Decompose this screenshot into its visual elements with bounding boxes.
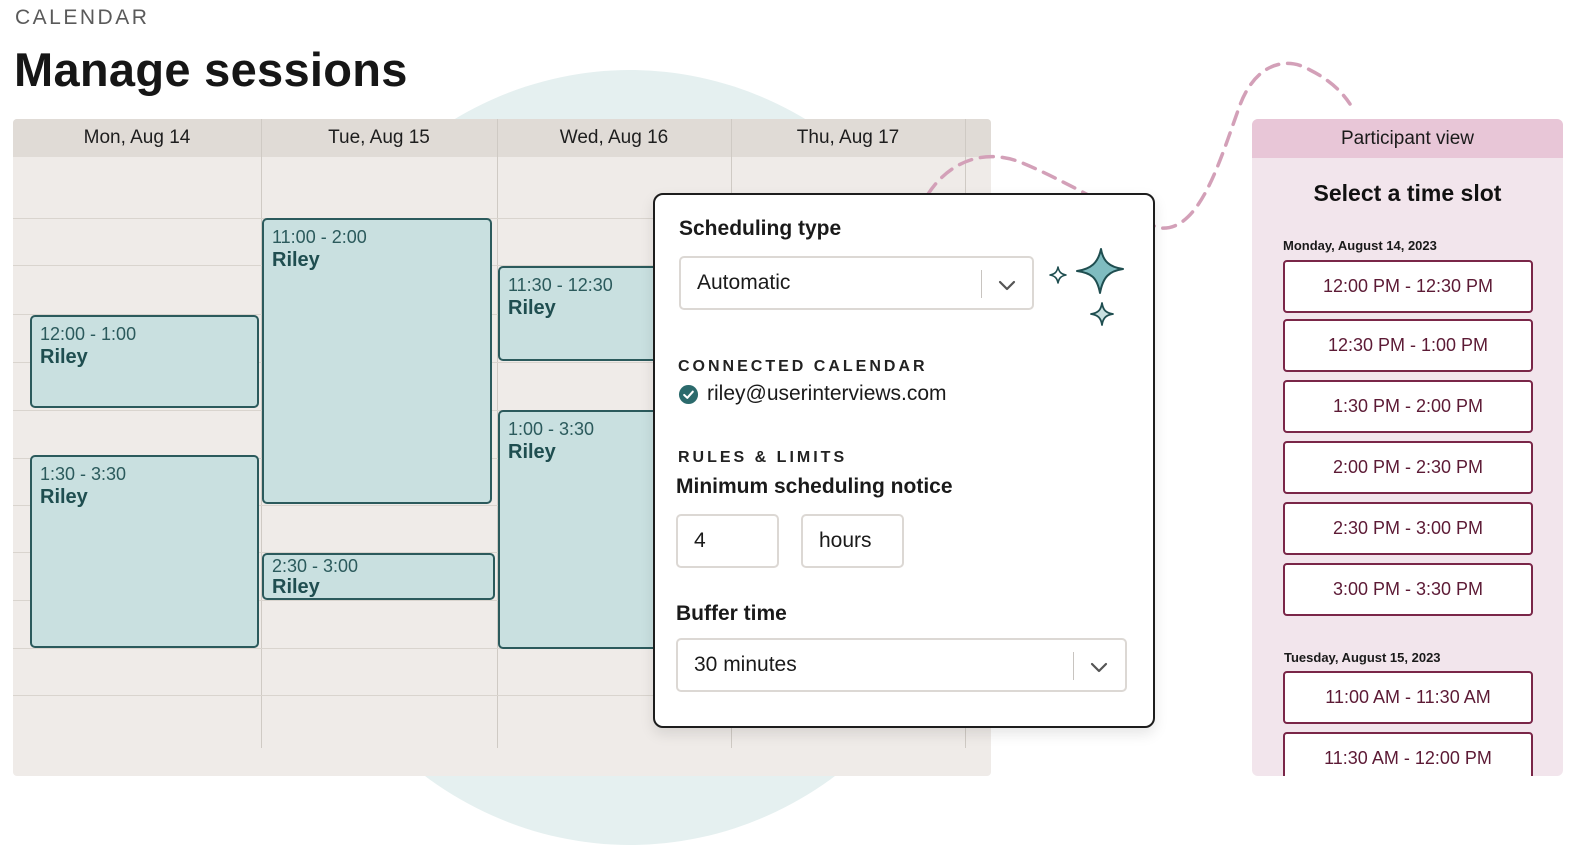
time-slot-button[interactable]: 1:30 PM - 2:00 PM bbox=[1283, 380, 1533, 433]
buffer-time-select[interactable]: 30 minutes bbox=[676, 638, 1127, 692]
buffer-time-label: Buffer time bbox=[676, 602, 787, 625]
select-divider bbox=[1073, 652, 1074, 680]
event-time: 1:30 - 3:30 bbox=[40, 464, 127, 484]
day-header-wed[interactable]: Wed, Aug 16 bbox=[497, 119, 731, 157]
chevron-down-icon[interactable] bbox=[1087, 655, 1111, 679]
scheduling-type-label: Scheduling type bbox=[679, 217, 842, 240]
connected-calendar-row: riley@userinterviews.com bbox=[678, 382, 947, 406]
event-time: 2:30 - 3:00 bbox=[272, 556, 359, 576]
scheduling-type-select[interactable]: Automatic bbox=[679, 256, 1034, 310]
session-event[interactable]: 2:30 - 3:00 Riley bbox=[262, 553, 495, 600]
select-divider bbox=[981, 270, 982, 298]
session-event[interactable]: 1:30 - 3:30 Riley bbox=[30, 455, 259, 648]
event-time: 1:00 - 3:30 bbox=[508, 419, 595, 439]
session-event[interactable]: 12:00 - 1:00 Riley bbox=[30, 315, 259, 408]
event-participant: Riley bbox=[508, 297, 556, 319]
session-event[interactable]: 11:00 - 2:00 Riley bbox=[262, 218, 492, 504]
day-header-thu[interactable]: Thu, Aug 17 bbox=[731, 119, 965, 157]
event-participant: Riley bbox=[272, 576, 320, 598]
scheduling-type-value: Automatic bbox=[697, 271, 791, 294]
day-header-mon[interactable]: Mon, Aug 14 bbox=[13, 119, 261, 157]
connected-email: riley@userinterviews.com bbox=[707, 382, 947, 405]
chevron-down-icon[interactable] bbox=[995, 273, 1019, 297]
page-title: Manage sessions bbox=[14, 43, 408, 96]
time-slot-button[interactable]: 12:00 PM - 12:30 PM bbox=[1283, 260, 1533, 313]
time-slot-button[interactable]: 11:00 AM - 11:30 AM bbox=[1283, 671, 1533, 724]
select-time-slot-title: Select a time slot bbox=[1313, 180, 1502, 206]
event-participant: Riley bbox=[508, 441, 556, 463]
event-time: 11:30 - 12:30 bbox=[508, 275, 613, 295]
day-header-tue[interactable]: Tue, Aug 15 bbox=[261, 119, 497, 157]
session-event[interactable]: 1:00 - 3:30 Riley bbox=[498, 410, 668, 649]
event-time: 11:00 - 2:00 bbox=[272, 227, 367, 247]
event-participant: Riley bbox=[272, 249, 320, 271]
sparkle-icon bbox=[1076, 248, 1124, 294]
time-slot-button[interactable]: 2:30 PM - 3:00 PM bbox=[1283, 502, 1533, 555]
slot-date-label: Monday, August 14, 2023 bbox=[1283, 238, 1437, 253]
buffer-time-value: 30 minutes bbox=[694, 653, 797, 676]
min-notice-label: Minimum scheduling notice bbox=[676, 475, 953, 498]
time-slot-button[interactable]: 3:00 PM - 3:30 PM bbox=[1283, 563, 1533, 616]
event-participant: Riley bbox=[40, 346, 88, 368]
participant-view-panel: Participant view Select a time slot Mond… bbox=[1252, 119, 1563, 776]
sparkle-icon bbox=[1090, 302, 1114, 326]
scheduling-settings-popup: Scheduling type Automatic CONNECTED CALE… bbox=[653, 193, 1155, 728]
min-notice-unit-select[interactable]: hours bbox=[801, 514, 904, 568]
participant-view-header: Participant view bbox=[1252, 119, 1563, 158]
event-participant: Riley bbox=[40, 486, 88, 508]
time-slot-button[interactable]: 12:30 PM - 1:00 PM bbox=[1283, 319, 1533, 372]
time-slot-button[interactable]: 11:30 AM - 12:00 PM bbox=[1283, 732, 1533, 776]
check-circle-icon bbox=[678, 384, 699, 404]
event-time: 12:00 - 1:00 bbox=[40, 324, 137, 344]
rules-limits-label: RULES & LIMITS bbox=[678, 449, 848, 466]
connected-calendar-label: CONNECTED CALENDAR bbox=[678, 358, 928, 375]
section-eyebrow: CALENDAR bbox=[15, 6, 150, 29]
slot-date-label: Tuesday, August 15, 2023 bbox=[1284, 650, 1441, 665]
min-notice-input[interactable]: 4 bbox=[676, 514, 779, 568]
sparkle-icon bbox=[1049, 266, 1067, 284]
time-slot-button[interactable]: 2:00 PM - 2:30 PM bbox=[1283, 441, 1533, 494]
session-event[interactable]: 11:30 - 12:30 Riley bbox=[498, 266, 668, 361]
